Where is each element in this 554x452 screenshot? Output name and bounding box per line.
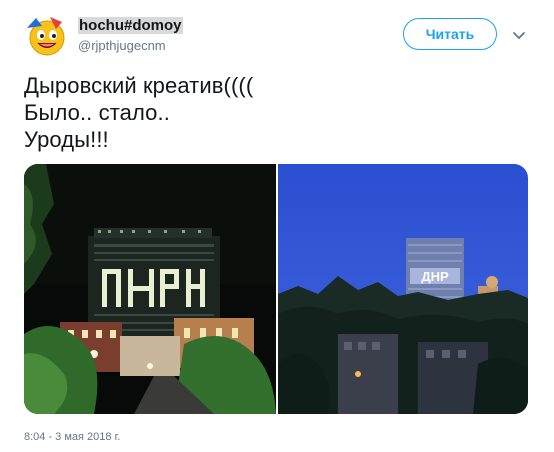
chevron-down-icon (513, 32, 525, 40)
photo-after[interactable]: ДНР (278, 164, 528, 414)
tweet-menu-button[interactable] (512, 28, 526, 42)
user-handle[interactable]: @rjpthjugecnm (78, 38, 166, 54)
photo-before[interactable] (24, 164, 276, 414)
building-sign-text: ДНР (421, 269, 449, 284)
tweet-timestamp[interactable]: 8:04 - 3 мая 2018 г. (24, 431, 120, 443)
evening-city-photo: ДНР (278, 164, 528, 414)
avatar[interactable] (24, 14, 70, 60)
night-building-photo (24, 164, 276, 414)
display-name[interactable]: hochu#domoy (78, 17, 183, 35)
display-name-text: hochu#domoy (78, 17, 183, 34)
smiley-avatar-icon (24, 14, 70, 60)
follow-button[interactable]: Читать (403, 18, 497, 50)
tweet-text: Дыровский креатив(((( Было.. стало.. Уро… (24, 73, 254, 152)
